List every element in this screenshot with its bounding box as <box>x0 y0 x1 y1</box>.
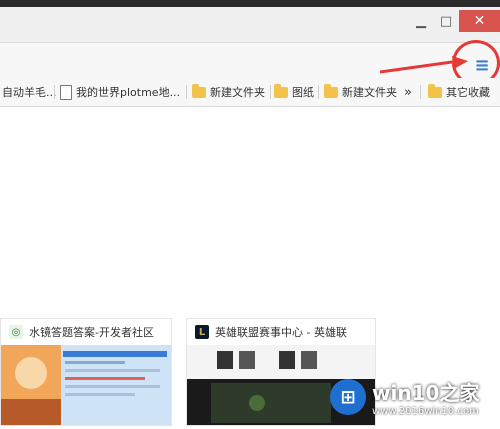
bookmark-item[interactable]: 我的世界plotme地... <box>60 82 180 102</box>
speed-dial-tile[interactable]: ◎ 水镜答题答案-开发者社区 <box>0 318 172 426</box>
bookmark-label: 新建文件夹 <box>342 86 397 99</box>
watermark-text: win10之家 www.2016win10.com <box>372 377 479 417</box>
folder-icon <box>324 83 338 98</box>
chevron-double-right-icon: » <box>404 84 412 100</box>
watermark-title: win10之家 <box>372 381 480 405</box>
site-favicon-icon: ◎ <box>9 325 23 339</box>
folder-icon <box>428 83 442 98</box>
minimize-button[interactable]: ▁ <box>409 10 433 32</box>
watermark-url: www.2016win10.com <box>372 406 479 417</box>
tile-title: 水镜答题答案-开发者社区 <box>29 326 154 339</box>
bookmark-separator <box>270 85 271 99</box>
bookmark-label: 自动羊毛... <box>2 86 57 99</box>
bookmark-separator <box>54 85 55 99</box>
bookmark-separator <box>420 85 421 99</box>
bookmark-folder[interactable]: 新建文件夹 <box>192 82 265 102</box>
folder-icon <box>192 83 206 98</box>
window-titlebar: ▁ □ ✕ <box>0 0 500 43</box>
bookmark-label: 新建文件夹 <box>210 86 265 99</box>
tile-header: L 英雄联盟赛事中心 - 英雄联 <box>187 319 375 345</box>
tile-preview-graphic <box>1 345 171 425</box>
bookmark-folder[interactable]: 新建文件夹 <box>324 82 397 102</box>
bookmark-item[interactable]: 自动羊毛... <box>2 82 57 102</box>
bookmark-separator <box>318 85 319 99</box>
bookmark-label: 图纸 <box>292 86 314 99</box>
other-bookmarks-folder[interactable]: 其它收藏 <box>428 82 490 102</box>
bookmark-label: 我的世界plotme地... <box>76 86 181 99</box>
tile-preview-image <box>1 345 171 425</box>
bookmarks-overflow-button[interactable]: » <box>404 82 412 102</box>
page-icon <box>60 84 72 100</box>
maximize-button[interactable]: □ <box>434 10 458 32</box>
site-favicon-icon: L <box>195 325 209 339</box>
folder-icon <box>274 83 288 98</box>
tile-title: 英雄联盟赛事中心 - 英雄联 <box>215 326 347 339</box>
bookmark-folder[interactable]: 图纸 <box>274 82 314 102</box>
tile-header: ◎ 水镜答题答案-开发者社区 <box>1 319 171 345</box>
bookmarks-bar: 自动羊毛... 我的世界plotme地... 新建文件夹 图纸 新建文件夹 » … <box>0 78 500 107</box>
bookmark-separator <box>186 85 187 99</box>
site-watermark: ⊞ win10之家 www.2016win10.com <box>330 370 500 424</box>
window-top-edge <box>0 0 500 7</box>
windows-logo-icon: ⊞ <box>330 379 366 415</box>
close-button[interactable]: ✕ <box>459 10 500 32</box>
bookmark-label: 其它收藏 <box>446 86 490 99</box>
